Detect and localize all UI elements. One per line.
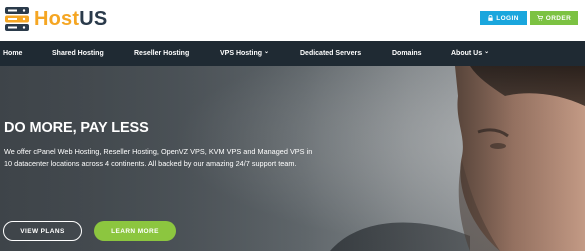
order-button[interactable]: ORDER: [530, 11, 578, 25]
order-label: ORDER: [545, 14, 572, 22]
nav-item-domains[interactable]: Domains: [392, 41, 422, 66]
view-plans-button[interactable]: VIEW PLANS: [3, 221, 82, 241]
login-label: LOGIN: [496, 14, 519, 22]
header: HostUS LOGIN ORDER: [0, 0, 585, 41]
nav-item-vps-hosting[interactable]: VPS Hosting ⌄: [220, 41, 269, 66]
nav-item-home[interactable]: Home: [3, 41, 22, 66]
cart-icon: [536, 15, 543, 21]
server-logo-icon: [5, 7, 29, 31]
lock-icon: [488, 15, 493, 21]
logo-text: HostUS: [34, 7, 108, 30]
login-button[interactable]: LOGIN: [480, 11, 527, 25]
logo[interactable]: HostUS: [4, 5, 107, 33]
main-nav: Home Shared Hosting Reseller Hosting VPS…: [0, 41, 585, 66]
nav-item-dedicated-servers[interactable]: Dedicated Servers: [300, 41, 361, 66]
nav-item-about-us[interactable]: About Us ⌄: [451, 41, 489, 66]
nav-item-shared-hosting[interactable]: Shared Hosting: [52, 41, 104, 66]
nav-item-reseller-hosting[interactable]: Reseller Hosting: [134, 41, 189, 66]
hero-banner: DO MORE, PAY LESS We offer cPanel Web Ho…: [0, 66, 585, 251]
hero-title: DO MORE, PAY LESS: [4, 120, 149, 136]
chevron-down-icon: ⌄: [484, 49, 490, 55]
hero-description: We offer cPanel Web Hosting, Reseller Ho…: [4, 147, 313, 168]
learn-more-button[interactable]: LEARN MORE: [94, 221, 176, 241]
chevron-down-icon: ⌄: [264, 49, 270, 55]
